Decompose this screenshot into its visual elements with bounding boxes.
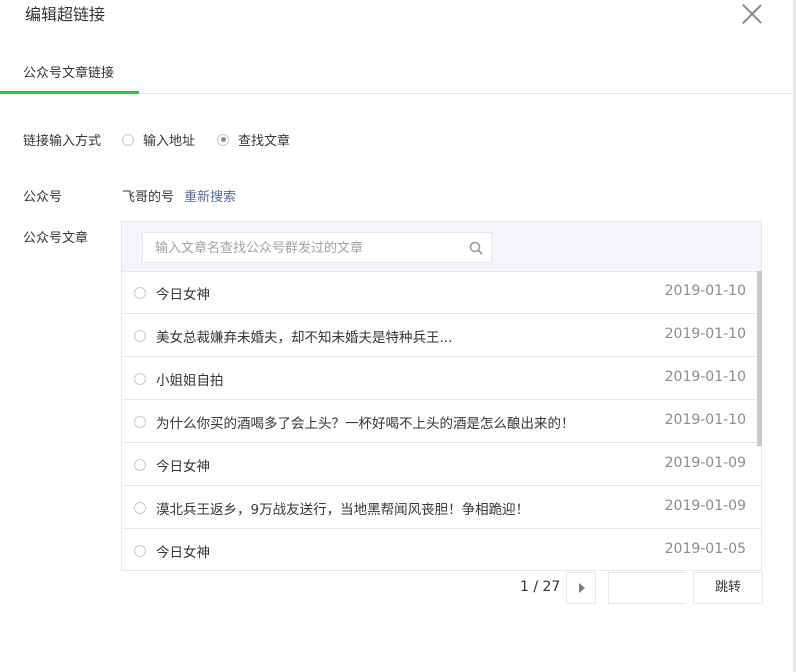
article-date: 2019-01-05: [664, 541, 746, 557]
article-row[interactable]: 为什么你买的酒喝多了会上头？一杯好喝不上头的酒是怎么酿出来的！ 2019-01-…: [122, 400, 761, 443]
account-info: 飞哥的号 重新搜索: [122, 186, 236, 205]
article-panel: 今日女神 2019-01-10 美女总裁嫌弃未婚夫，却不知未婚夫是特种兵王...…: [121, 221, 762, 571]
search-box: [142, 232, 492, 264]
article-date: 2019-01-10: [664, 369, 746, 385]
radio-circle-checked[interactable]: [217, 133, 230, 146]
list-scrollbar[interactable]: [757, 271, 762, 446]
search-icon[interactable]: [469, 241, 483, 255]
article-radio[interactable]: [134, 373, 146, 385]
article-title: 为什么你买的酒喝多了会上头？一杯好喝不上头的酒是怎么酿出来的！: [156, 416, 575, 432]
account-name: 飞哥的号: [122, 190, 175, 205]
page-jump-field[interactable]: [608, 572, 687, 604]
articles-label: 公众号文章: [23, 231, 89, 246]
tab-label: 公众号文章链接: [23, 66, 115, 81]
article-date: 2019-01-09: [664, 455, 746, 471]
link-method-label: 链接输入方式: [23, 134, 102, 149]
article-radio[interactable]: [134, 416, 146, 428]
article-title: 今日女神: [156, 459, 210, 475]
article-list: 今日女神 2019-01-10 美女总裁嫌弃未婚夫，却不知未婚夫是特种兵王...…: [122, 271, 761, 570]
radio-find-article[interactable]: 查找文章: [217, 130, 290, 149]
article-radio[interactable]: [134, 502, 146, 514]
article-row[interactable]: 今日女神 2019-01-09: [122, 443, 761, 486]
article-row[interactable]: 小姐姐自拍 2019-01-10: [122, 357, 761, 400]
radio-label: 输入地址: [143, 134, 196, 149]
tab-article-link[interactable]: 公众号文章链接: [0, 55, 139, 94]
article-title: 小姐姐自拍: [156, 373, 224, 389]
radio-input-address[interactable]: 输入地址: [122, 130, 195, 149]
article-row[interactable]: 美女总裁嫌弃未婚夫，却不知未婚夫是特种兵王... 2019-01-10: [122, 314, 761, 357]
link-method-radio-group: 输入地址 查找文章: [122, 130, 312, 149]
article-date: 2019-01-09: [664, 498, 746, 514]
page-indicator: 1 / 27: [520, 579, 561, 595]
article-radio[interactable]: [134, 545, 146, 557]
article-radio[interactable]: [134, 459, 146, 471]
search-input[interactable]: [153, 233, 457, 264]
tab-bar: 公众号文章链接: [0, 55, 796, 94]
article-title: 漠北兵王返乡，9万战友送行，当地黑帮闻风丧胆！争相跪迎！: [156, 502, 530, 518]
article-date: 2019-01-10: [664, 283, 746, 299]
search-bar-area: [122, 222, 761, 272]
article-row[interactable]: 今日女神 2019-01-05: [122, 529, 761, 570]
article-radio[interactable]: [134, 330, 146, 342]
dialog-title: 编辑超链接: [25, 5, 106, 24]
article-row[interactable]: 今日女神 2019-01-10: [122, 271, 761, 314]
article-radio[interactable]: [134, 287, 146, 299]
article-date: 2019-01-10: [664, 412, 746, 428]
article-title: 美女总裁嫌弃未婚夫，却不知未婚夫是特种兵王...: [156, 330, 453, 346]
article-row[interactable]: 漠北兵王返乡，9万战友送行，当地黑帮闻风丧胆！争相跪迎！ 2019-01-09: [122, 486, 761, 529]
account-label: 公众号: [23, 190, 63, 205]
article-date: 2019-01-10: [664, 326, 746, 342]
research-link[interactable]: 重新搜索: [184, 190, 236, 205]
radio-circle[interactable]: [122, 133, 134, 146]
hyperlink-dialog: 编辑超链接 公众号文章链接 链接输入方式 输入地址 查找文章 公众号 飞哥的号 …: [0, 0, 796, 672]
radio-label: 查找文章: [238, 134, 291, 149]
article-title: 今日女神: [156, 545, 210, 561]
close-icon[interactable]: [741, 3, 763, 25]
article-title: 今日女神: [156, 287, 210, 303]
page-jump-input[interactable]: [613, 573, 687, 603]
jump-button[interactable]: 跳转: [693, 572, 763, 604]
next-page-button[interactable]: [566, 572, 596, 604]
